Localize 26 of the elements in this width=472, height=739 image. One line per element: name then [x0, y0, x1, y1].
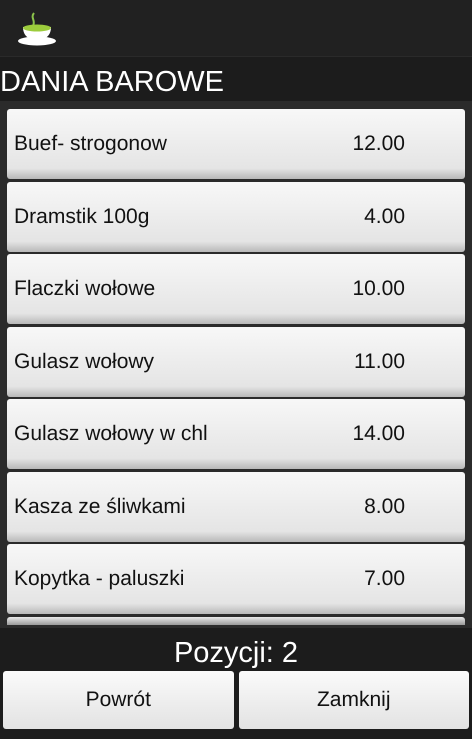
item-price: 7.00	[363, 567, 405, 591]
item-name: Flaczki wołowe	[14, 277, 156, 301]
item-name: Kasza ze śliwkami	[14, 494, 187, 518]
item-count: Pozycji: 2	[172, 636, 300, 671]
item-price: 14.00	[351, 422, 405, 446]
item-name: Buef- strogonow	[14, 132, 168, 156]
item-name: Gulasz wołowy	[14, 350, 156, 374]
category-title: DANIA BAROWE	[0, 65, 225, 100]
item-price: 4.00	[363, 204, 405, 228]
menu-item-row[interactable]: Gulasz wołowy w chl 14.00	[7, 399, 465, 469]
footer-button[interactable]: Zamknij	[238, 671, 469, 729]
footer-button[interactable]: Powrót	[3, 671, 234, 729]
item-name: Kopytka - paluszki	[14, 567, 186, 591]
menu-item-row[interactable]: Buef- strogonow 12.00	[7, 109, 465, 179]
item-price: 11.00	[353, 350, 405, 374]
menu-item-row[interactable]: Gulasz wołowy 11.00	[7, 326, 465, 396]
item-price: 8.00	[363, 494, 405, 518]
teacup-icon	[16, 10, 58, 46]
menu-item-row[interactable]: Kasza ze śliwkami 8.00	[7, 472, 465, 542]
item-name: Dramstik 100g	[14, 204, 150, 228]
item-price: 10.00	[351, 277, 405, 301]
item-price: 12.00	[351, 132, 405, 156]
menu-item-row[interactable]: Kopytka - paluszki 7.00	[7, 544, 465, 614]
menu-item-row[interactable]: Dramstik 100g 4.00	[7, 182, 465, 252]
menu-item-row[interactable]: Flaczki wołowe 10.00	[7, 254, 465, 324]
item-name: Gulasz wołowy w chl	[14, 422, 209, 446]
